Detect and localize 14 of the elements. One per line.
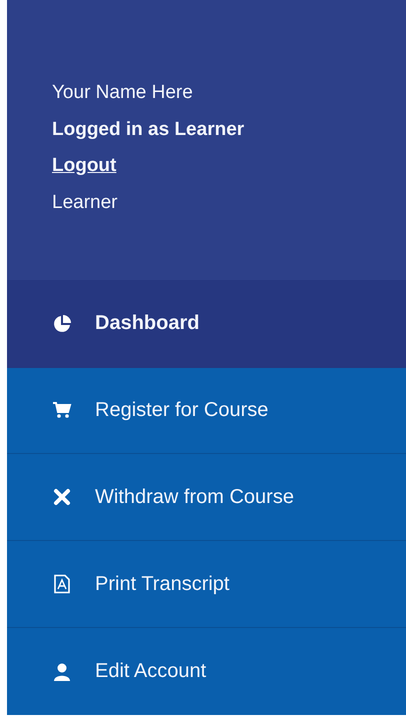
cart-icon: [52, 400, 72, 420]
menu-item[interactable]: Print Transcript: [7, 541, 406, 628]
menu-item[interactable]: Dashboard: [7, 280, 406, 368]
logout-link[interactable]: Logout: [52, 148, 116, 184]
menu-item[interactable]: Register for Course: [7, 368, 406, 454]
user-role: Learner: [52, 191, 118, 215]
close-icon: [52, 487, 72, 508]
document-icon: [52, 574, 72, 594]
menu-item[interactable]: Edit Account: [7, 628, 406, 715]
user-icon: [52, 662, 72, 682]
menu-item[interactable]: Withdraw from Course: [7, 454, 406, 542]
user-name: Your Name Here: [52, 81, 193, 105]
login-status: Logged in as Learner: [52, 118, 244, 142]
pie-chart-icon: [52, 314, 72, 334]
